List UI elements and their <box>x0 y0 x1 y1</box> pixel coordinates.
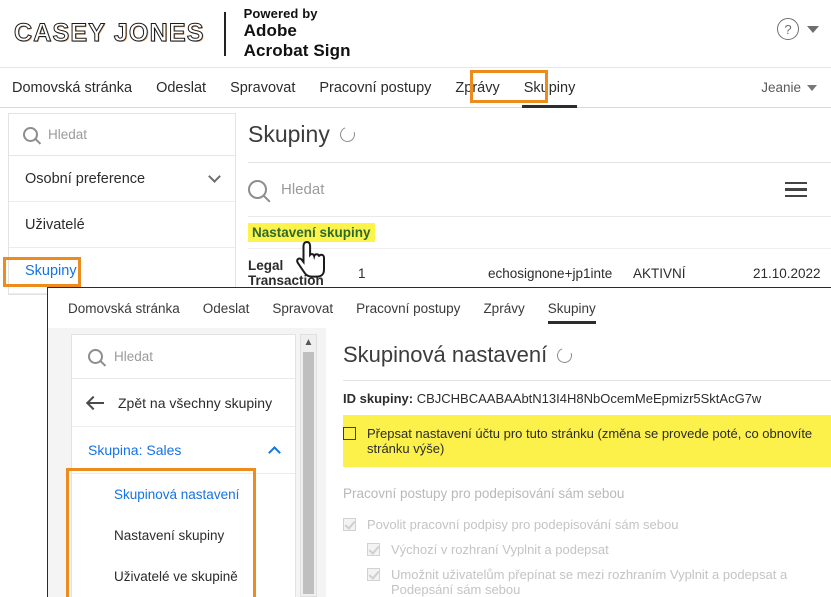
search-icon <box>248 180 267 199</box>
page-title: Skupinová nastavení <box>343 342 548 367</box>
groups-table-card: Hledat Nastavení skupiny Legal Transacti… <box>248 162 831 297</box>
search-icon <box>23 127 38 142</box>
back-to-all-groups[interactable]: Zpět na všechny skupiny <box>72 379 295 427</box>
refresh-icon[interactable] <box>337 124 358 145</box>
cell-email: echosignone+jp1inte <box>488 265 613 281</box>
chevron-up-icon[interactable] <box>268 446 281 459</box>
adobe-label: Adobe <box>243 21 297 41</box>
nav-item-groups[interactable]: Skupiny <box>521 68 577 108</box>
help-icon[interactable]: ? <box>777 18 799 40</box>
chevron-down-icon[interactable] <box>807 84 817 91</box>
scrollbar-thumb[interactable] <box>303 352 314 594</box>
powered-by-label: Powered by <box>243 6 318 22</box>
user-menu[interactable]: Jeanie <box>761 80 817 95</box>
groups-search-placeholder: Hledat <box>281 181 325 198</box>
back-label: Zpět na všechny skupiny <box>118 394 273 411</box>
foreground-window: Domovská stránka Odeslat Spravovat Praco… <box>47 287 831 597</box>
acrobat-sign-label: Acrobat Sign <box>243 41 351 61</box>
sidebar-search[interactable]: Hledat <box>9 114 235 156</box>
sidebar-item-users-in-group[interactable]: Uživatelé ve skupině <box>72 556 295 597</box>
sidebar-item-label: Skupiny <box>25 262 77 279</box>
nav-item-reports[interactable]: Zprávy <box>455 68 499 108</box>
screenshot-root: CASEY JONES Powered by Adobe Acrobat Sig… <box>0 0 831 597</box>
cell-date: 21.10.2022 <box>753 265 821 281</box>
nav2-item-groups[interactable]: Skupiny <box>547 288 596 328</box>
sidebar-item-personal-preferences[interactable]: Osobní preference <box>9 156 235 202</box>
nav2-item-send[interactable]: Odeslat <box>203 288 250 328</box>
groups-search-row[interactable]: Hledat <box>248 163 831 217</box>
sidebar-item-label: Uživatelé <box>25 216 85 233</box>
user-name-label: Jeanie <box>761 80 801 95</box>
option-default-fill-and-sign[interactable]: Výchozí v rozhraní Vyplnit a podepsat <box>343 537 831 562</box>
nav-item-manage[interactable]: Spravovat <box>230 68 295 108</box>
sidebar-item-label: Osobní preference <box>25 170 146 187</box>
sidebar-search-placeholder: Hledat <box>48 127 88 142</box>
group-id-label: ID skupiny: <box>343 391 414 406</box>
nav2-item-home[interactable]: Domovská stránka <box>68 288 180 328</box>
nav-item-workflows[interactable]: Pracovní postupy <box>319 68 431 108</box>
group-id-value: CBJCHBCAABAAbtN13I4H8NbOcemMeEpmizr5SktA… <box>416 391 762 406</box>
brand-header: CASEY JONES Powered by Adobe Acrobat Sig… <box>0 0 831 68</box>
section-label-self-signing: Pracovní postupy pro podepisování sám se… <box>343 486 625 501</box>
scroll-up-icon[interactable]: ▲ <box>301 335 316 350</box>
checkbox-checked-icon[interactable] <box>367 568 380 581</box>
sidebar-item-group-settings[interactable]: Skupinová nastavení <box>72 474 295 515</box>
page-title-row: Skupiny <box>248 113 831 162</box>
annotation-chip-row: Nastavení skupiny <box>248 217 831 249</box>
chevron-down-icon[interactable] <box>208 169 221 183</box>
cell-status: AKTIVNÍ <box>633 265 686 281</box>
group-header-label: Skupina: Sales <box>88 442 182 458</box>
nav2-item-workflows[interactable]: Pracovní postupy <box>356 288 460 328</box>
option-enable-self-signing[interactable]: Povolit pracovní podpisy pro podepisován… <box>343 512 831 537</box>
checkbox-checked-icon[interactable] <box>343 518 356 531</box>
search-icon <box>88 349 103 364</box>
refresh-icon[interactable] <box>554 345 575 365</box>
page-title: Skupiny <box>248 121 330 147</box>
cell-count: 1 <box>358 265 366 281</box>
sidebar-item-group-setup[interactable]: Nastavení skupiny <box>72 515 295 556</box>
casey-jones-logo: CASEY JONES <box>14 19 205 48</box>
nav2-item-manage[interactable]: Spravovat <box>272 288 333 328</box>
powered-by-block: Powered by Adobe Acrobat Sign <box>244 6 351 61</box>
secondary-window-body: Hledat Zpět na všechny skupiny Skupina: … <box>48 328 831 597</box>
group-sidebar-search[interactable]: Hledat <box>72 335 295 379</box>
hand-pointer-cursor <box>296 240 325 278</box>
option-label: Umožnit uživatelům přepínat se mezi rozh… <box>391 567 788 597</box>
sidebar-scrollbar[interactable]: ▲ <box>300 334 317 597</box>
option-label: Povolit pracovní podpisy pro podepisován… <box>367 517 679 532</box>
group-settings-title-row: Skupinová nastavení <box>343 328 831 380</box>
hamburger-menu-icon[interactable] <box>785 181 807 198</box>
group-search-placeholder: Hledat <box>114 349 154 364</box>
secondary-navigation: Domovská stránka Odeslat Spravovat Praco… <box>48 288 831 328</box>
override-account-settings-row[interactable]: Přepsat nastavení účtu pro tuto stránku … <box>343 415 831 467</box>
option-label: Výchozí v rozhraní Vyplnit a podepsat <box>391 542 609 557</box>
brand-divider <box>223 11 226 56</box>
nav-item-home[interactable]: Domovská stránka <box>12 68 132 108</box>
option-allow-switch-interfaces[interactable]: Umožnit uživatelům přepínat se mezi rozh… <box>343 562 831 597</box>
group-sidebar: Hledat Zpět na všechny skupiny Skupina: … <box>71 334 296 597</box>
group-settings-page: Skupinová nastavení ID skupiny: CBJCHBCA… <box>326 328 831 597</box>
main-navigation: Domovská stránka Odeslat Spravovat Praco… <box>0 68 831 108</box>
nav2-item-reports[interactable]: Zprávy <box>483 288 524 328</box>
sidebar-item-users[interactable]: Uživatelé <box>9 202 235 248</box>
help-menu[interactable]: ? <box>777 18 819 40</box>
override-label: Přepsat nastavení účtu pro tuto stránku … <box>367 426 813 456</box>
group-id-row: ID skupiny: CBJCHBCAABAAbtN13I4H8NbOcemM… <box>343 380 831 415</box>
arrow-left-icon <box>88 401 104 404</box>
nav-item-send[interactable]: Odeslat <box>156 68 206 108</box>
checkbox-checked-icon[interactable] <box>367 543 380 556</box>
groups-page: Skupiny Hledat Nastavení skupiny Legal T… <box>248 113 831 297</box>
account-sidebar: Hledat Osobní preference Uživatelé Skupi… <box>8 113 236 295</box>
override-checkbox[interactable] <box>343 427 356 440</box>
group-header-sales[interactable]: Skupina: Sales <box>72 427 295 474</box>
chevron-down-icon[interactable] <box>807 25 819 33</box>
